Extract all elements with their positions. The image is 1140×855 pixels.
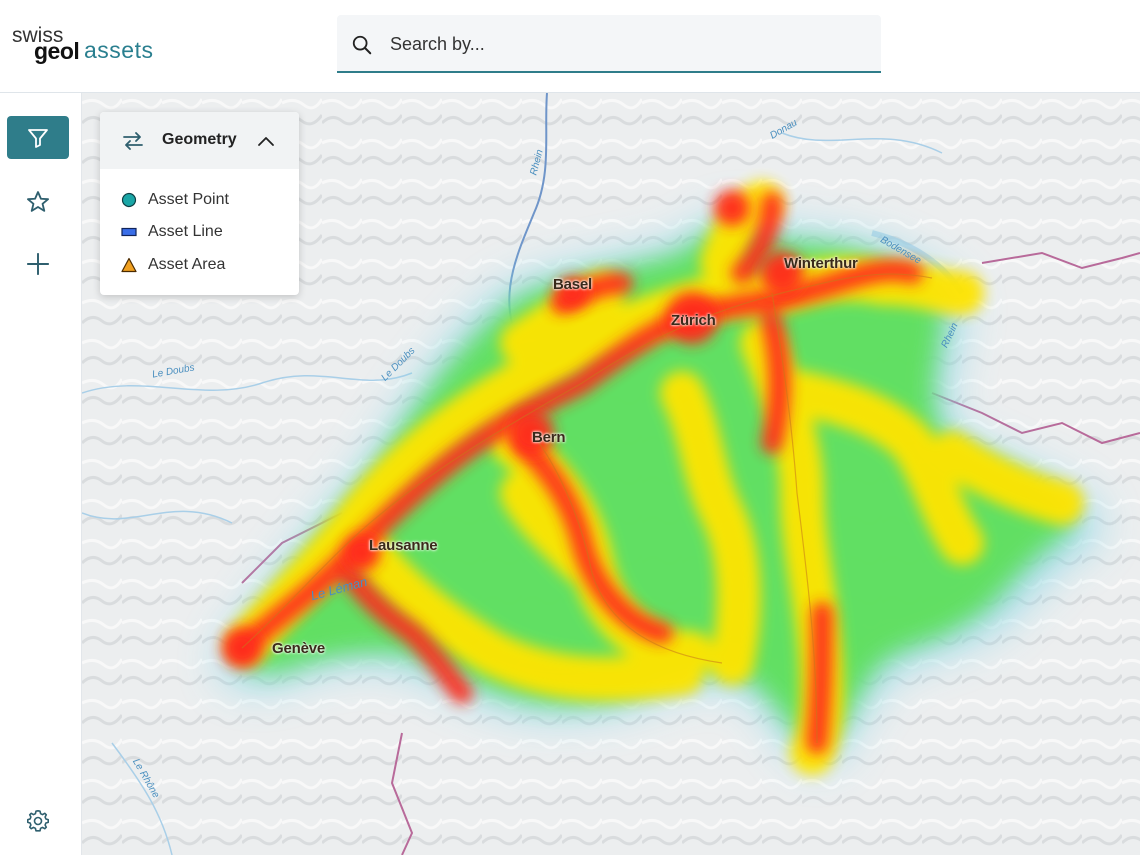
city-label-lausanne: Lausanne [369, 537, 438, 554]
search-bar[interactable] [337, 15, 881, 73]
city-label-zurich: Zürich [671, 312, 716, 329]
triangle-icon [121, 257, 137, 273]
swap-icon[interactable] [121, 129, 145, 153]
filter-button[interactable] [7, 116, 69, 159]
legend-item-label: Asset Area [148, 256, 226, 273]
logo-part-geol: geol [34, 38, 80, 64]
filter-icon [28, 128, 48, 148]
geometry-legend: Geometry Asset Point Asset Line Asset Ar… [100, 112, 299, 295]
gear-icon [27, 809, 49, 832]
settings-button[interactable] [7, 799, 69, 842]
city-label-basel: Basel [553, 276, 593, 293]
search-input[interactable] [388, 29, 852, 59]
legend-item-asset-area: Asset Area [121, 254, 225, 276]
search-icon [352, 35, 372, 55]
app-header: swiss geol assets [0, 0, 1140, 93]
legend-item-asset-line: Asset Line [121, 221, 223, 243]
app-logo[interactable]: swiss geol assets [12, 24, 172, 68]
circle-icon [121, 192, 137, 208]
sidebar [0, 93, 82, 855]
legend-header[interactable]: Geometry [100, 112, 299, 169]
plus-icon [27, 252, 49, 275]
city-label-geneve: Genève [272, 640, 325, 657]
logo-part-assets: assets [84, 37, 154, 63]
chevron-up-icon[interactable] [256, 132, 276, 152]
legend-item-label: Asset Line [148, 223, 223, 240]
city-label-bern: Bern [532, 429, 566, 446]
add-button[interactable] [7, 242, 69, 285]
legend-item-asset-point: Asset Point [121, 189, 229, 211]
city-label-winterthur: Winterthur [784, 255, 858, 272]
favorites-button[interactable] [7, 180, 69, 223]
legend-item-label: Asset Point [148, 191, 229, 208]
star-icon [27, 190, 49, 212]
legend-title: Geometry [162, 131, 237, 148]
line-icon [121, 227, 137, 237]
